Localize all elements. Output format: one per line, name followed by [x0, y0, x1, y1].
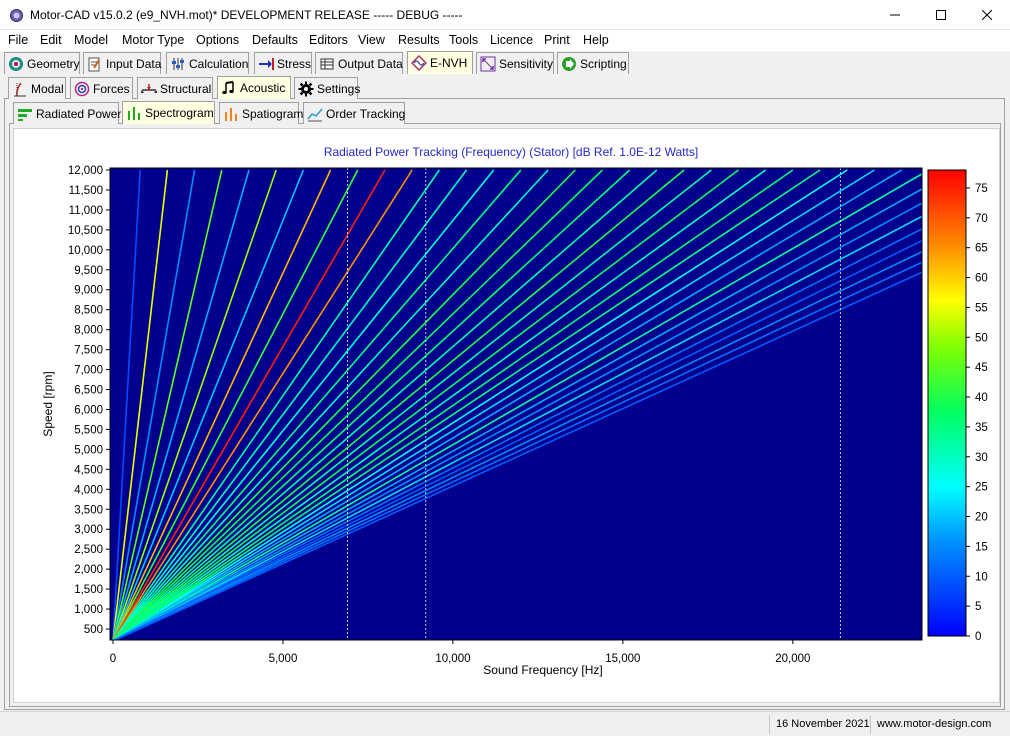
status-date: 16 November 2021	[769, 715, 870, 734]
y-tick-label: 5,500	[74, 424, 103, 436]
colorbar	[927, 169, 967, 637]
y-tick-label: 6,500	[74, 385, 103, 397]
colorbar-tick-label: 40	[975, 392, 988, 404]
y-tick-label: 8,000	[74, 325, 103, 337]
colorbar-tick-label: 30	[975, 452, 988, 464]
y-tick-label: 3,000	[74, 524, 103, 536]
y-tick-label: 11,500	[69, 185, 103, 197]
y-tick-label: 12,000	[68, 165, 103, 177]
colorbar-tick-label: 0	[975, 631, 981, 643]
colorbar-tick-label: 20	[975, 512, 988, 524]
colorbar-tick-label: 10	[975, 571, 988, 583]
y-tick-label: 9,000	[74, 285, 103, 297]
y-tick-label: 6,000	[74, 404, 103, 416]
y-tick-label: 5,000	[74, 444, 103, 456]
y-tick-label: 1,000	[74, 604, 103, 616]
y-tick-label: 500	[84, 624, 103, 636]
colorbar-tick-label: 70	[975, 213, 988, 225]
x-tick-label: 15,000	[605, 653, 640, 665]
colorbar-tick-label: 5	[975, 601, 981, 613]
y-tick-label: 10,500	[68, 225, 103, 237]
x-axis-label: Sound Frequency [Hz]	[483, 663, 602, 677]
y-tick-label: 11,000	[69, 205, 103, 217]
y-tick-label: 7,500	[74, 345, 103, 357]
colorbar-tick-label: 25	[975, 482, 988, 494]
y-tick-label: 4,500	[74, 464, 103, 476]
y-tick-label: 10,000	[68, 245, 103, 257]
x-tick-label: 20,000	[775, 653, 810, 665]
spectrogram-chart: 5001,0001,5002,0002,5003,0003,5004,0004,…	[41, 165, 988, 677]
y-tick-label: 8,500	[74, 305, 103, 317]
y-tick-label: 1,500	[74, 584, 103, 596]
colorbar-tick-label: 35	[975, 422, 988, 434]
status-website[interactable]: www.motor-design.com	[870, 715, 1010, 734]
y-axis-label: Speed [rpm]	[41, 371, 55, 436]
x-tick-label: 0	[110, 653, 116, 665]
colorbar-tick-label: 60	[975, 273, 988, 285]
colorbar-tick-label: 45	[975, 362, 988, 374]
x-tick-label: 5,000	[269, 653, 298, 665]
colorbar-tick-label: 50	[975, 332, 988, 344]
x-tick-label: 10,000	[435, 653, 470, 665]
y-tick-label: 9,500	[74, 265, 103, 277]
colorbar-tick-label: 75	[975, 183, 988, 195]
colorbar-tick-label: 15	[975, 541, 988, 553]
y-tick-label: 2,500	[74, 544, 103, 556]
y-tick-label: 2,000	[74, 564, 103, 576]
y-tick-label: 4,000	[74, 484, 103, 496]
y-tick-label: 7,000	[74, 365, 103, 377]
colorbar-tick-label: 65	[975, 243, 988, 255]
status-bar: 16 November 2021 www.motor-design.com	[0, 711, 1010, 736]
colorbar-tick-label: 55	[975, 302, 988, 314]
y-tick-label: 3,500	[74, 504, 103, 516]
